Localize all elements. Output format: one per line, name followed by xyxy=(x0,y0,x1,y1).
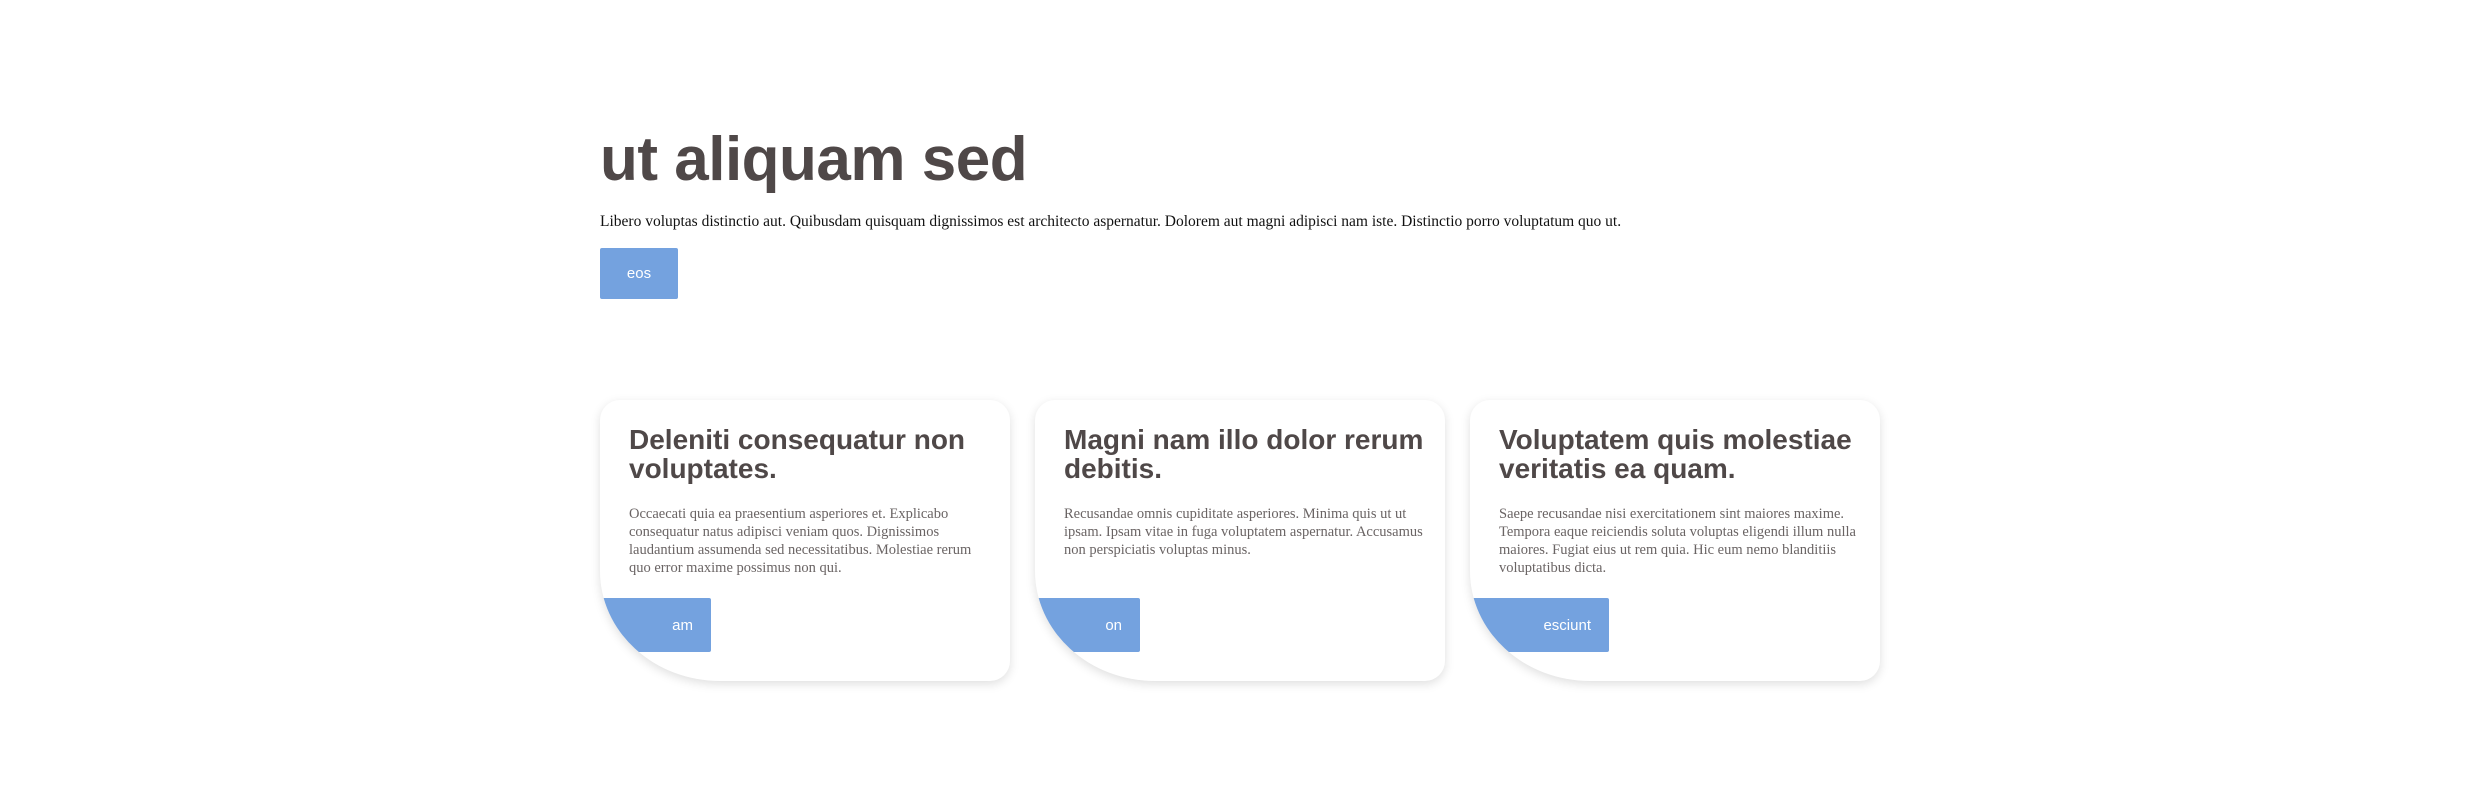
card-description: Saepe recusandae nisi exercitationem sin… xyxy=(1499,506,1856,576)
card-button[interactable]: am xyxy=(600,598,711,652)
card-button[interactable]: esciunt xyxy=(1470,598,1609,652)
hero-title: ut aliquam sed xyxy=(600,125,1028,194)
hero-button[interactable]: eos xyxy=(600,248,678,299)
hero-description: Libero voluptas distinctio aut. Quibusda… xyxy=(600,213,1622,230)
card-2: Magni nam illo dolor rerum debitis. Recu… xyxy=(1035,400,1445,681)
card-description: Recusandae omnis cupiditate asperiores. … xyxy=(1064,506,1423,558)
card-title: Magni nam illo dolor rerum debitis. xyxy=(1064,424,1424,484)
card-description: Occaecati quia ea praesentium asperiores… xyxy=(629,506,972,576)
card-title: Deleniti consequatur non voluptates. xyxy=(629,424,966,484)
card-title: Voluptatem quis molestiae veritatis ea q… xyxy=(1499,424,1852,484)
card-1: Deleniti consequatur non voluptates. Occ… xyxy=(600,400,1010,681)
card-3: Voluptatem quis molestiae veritatis ea q… xyxy=(1470,400,1880,681)
hero-section: ut aliquam sed Libero voluptas distincti… xyxy=(600,120,1880,299)
card-button[interactable]: on xyxy=(1035,598,1140,652)
